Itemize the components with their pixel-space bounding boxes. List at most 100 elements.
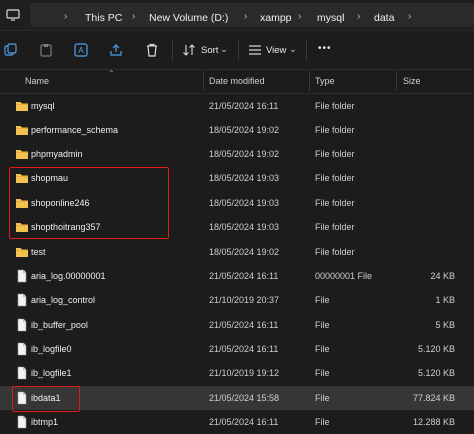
sort-button[interactable]: Sort ⌄ <box>180 31 232 69</box>
list-item[interactable]: aria_log.00000001 21/05/2024 16:11 00000… <box>0 264 474 288</box>
breadcrumb-mysql[interactable]: mysql <box>317 12 344 24</box>
list-item[interactable]: ibtmp1 21/05/2024 16:11 File 12.288 KB <box>0 410 474 434</box>
file-type: File folder <box>315 125 355 135</box>
folder-icon <box>15 123 29 137</box>
file-date: 21/05/2024 15:58 <box>209 393 280 403</box>
column-header: ⌃ Name Date modified Type Size <box>0 69 474 94</box>
chevron-right-icon: › <box>244 11 248 22</box>
toolbar-divider <box>306 40 307 60</box>
file-name: mysql <box>31 101 55 111</box>
file-name: ib_buffer_pool <box>31 320 88 330</box>
more-options-button[interactable]: ••• <box>318 43 332 54</box>
delete-icon[interactable] <box>145 43 159 57</box>
file-type: File <box>315 344 330 354</box>
file-size: 5.120 KB <box>417 344 455 354</box>
file-icon <box>15 366 29 380</box>
list-item[interactable]: phpmyadmin 18/05/2024 19:02 File folder <box>0 142 474 166</box>
file-type: File <box>315 295 330 305</box>
file-date: 18/05/2024 19:02 <box>209 149 280 159</box>
file-date: 21/10/2019 19:12 <box>209 368 280 378</box>
view-label: View <box>266 45 287 56</box>
column-divider[interactable] <box>309 71 310 91</box>
toolbar-divider <box>172 40 173 60</box>
share-icon[interactable] <box>109 43 123 57</box>
list-item[interactable]: performance_schema 18/05/2024 19:02 File… <box>0 118 474 142</box>
file-size: 1 KB <box>435 295 455 305</box>
file-icon <box>15 318 29 332</box>
file-name: ibtmp1 <box>31 417 59 427</box>
list-item[interactable]: ib_logfile0 21/05/2024 16:11 File 5.120 … <box>0 337 474 361</box>
file-size: 77.824 KB <box>412 393 455 403</box>
file-name: aria_log_control <box>31 295 96 305</box>
chevron-right-icon: › <box>357 11 361 22</box>
column-divider[interactable] <box>203 71 204 91</box>
toolbar-divider <box>238 40 239 60</box>
file-list: mysql 21/05/2024 16:11 File folder perfo… <box>0 94 474 434</box>
folder-icon <box>15 245 29 259</box>
file-type: File folder <box>315 222 355 232</box>
paste-icon[interactable] <box>39 43 53 57</box>
file-size: 12.288 KB <box>412 417 455 427</box>
list-item[interactable]: mysql 21/05/2024 16:11 File folder <box>0 94 474 118</box>
chevron-right-icon: › <box>408 11 412 22</box>
folder-icon <box>15 147 29 161</box>
column-date-modified[interactable]: Date modified <box>209 76 265 86</box>
folder-icon <box>15 99 29 113</box>
file-icon <box>15 269 29 283</box>
column-divider[interactable] <box>396 71 397 91</box>
view-icon <box>248 43 262 57</box>
file-name: aria_log.00000001 <box>31 271 106 281</box>
file-type: 00000001 File <box>315 271 373 281</box>
chevron-right-icon: › <box>64 11 68 22</box>
file-date: 18/05/2024 19:03 <box>209 222 280 232</box>
view-button[interactable]: View ⌄ <box>246 31 301 69</box>
address-bar-area: › This PC › New Volume (D:) › xampp › my… <box>0 0 474 31</box>
breadcrumb-new-volume[interactable]: New Volume (D:) <box>149 12 228 24</box>
command-toolbar: A Sort ⌄ View ⌄ ••• <box>0 31 474 70</box>
copy-icon[interactable] <box>4 43 18 57</box>
list-item[interactable]: test 18/05/2024 19:02 File folder <box>0 240 474 264</box>
file-name: ib_logfile1 <box>31 368 72 378</box>
annotation-highlight-box <box>9 167 169 239</box>
file-date: 18/05/2024 19:02 <box>209 247 280 257</box>
chevron-up-icon: ⌃ <box>108 69 115 78</box>
breadcrumb-data[interactable]: data <box>374 12 394 24</box>
file-icon <box>15 342 29 356</box>
chevron-down-icon: ⌄ <box>289 44 297 55</box>
file-date: 18/05/2024 19:03 <box>209 173 280 183</box>
file-name: test <box>31 247 46 257</box>
file-type: File folder <box>315 198 355 208</box>
annotation-highlight-box <box>12 386 80 412</box>
column-size[interactable]: Size <box>403 76 421 86</box>
sort-label: Sort <box>201 45 219 56</box>
list-item[interactable]: ib_buffer_pool 21/05/2024 16:11 File 5 K… <box>0 313 474 337</box>
file-icon <box>15 415 29 429</box>
sort-icon <box>182 43 196 57</box>
breadcrumb-xampp[interactable]: xampp <box>260 12 292 24</box>
list-item[interactable]: aria_log_control 21/10/2019 20:37 File 1… <box>0 288 474 312</box>
column-name[interactable]: Name <box>25 76 49 86</box>
computer-icon[interactable] <box>6 8 20 22</box>
file-date: 18/05/2024 19:03 <box>209 198 280 208</box>
chevron-down-icon: ⌄ <box>220 44 228 55</box>
file-date: 21/05/2024 16:11 <box>209 417 279 427</box>
chevron-right-icon: › <box>132 11 136 22</box>
file-date: 21/05/2024 16:11 <box>209 344 279 354</box>
file-type: File folder <box>315 173 355 183</box>
file-type: File folder <box>315 149 355 159</box>
file-date: 21/05/2024 16:11 <box>209 271 279 281</box>
file-name: phpmyadmin <box>31 149 83 159</box>
breadcrumb-this-pc[interactable]: This PC <box>85 12 122 24</box>
file-icon <box>15 293 29 307</box>
file-size: 5.120 KB <box>417 368 455 378</box>
file-type: File <box>315 417 330 427</box>
column-type[interactable]: Type <box>315 76 335 86</box>
file-date: 21/05/2024 16:11 <box>209 101 279 111</box>
address-bar[interactable]: › This PC › New Volume (D:) › xampp › my… <box>30 3 474 27</box>
list-item[interactable]: ib_logfile1 21/10/2019 19:12 File 5.120 … <box>0 361 474 385</box>
file-type: File <box>315 320 330 330</box>
file-type: File <box>315 393 330 403</box>
file-type: File folder <box>315 247 355 257</box>
file-type: File <box>315 368 330 378</box>
rename-icon[interactable]: A <box>74 43 88 57</box>
